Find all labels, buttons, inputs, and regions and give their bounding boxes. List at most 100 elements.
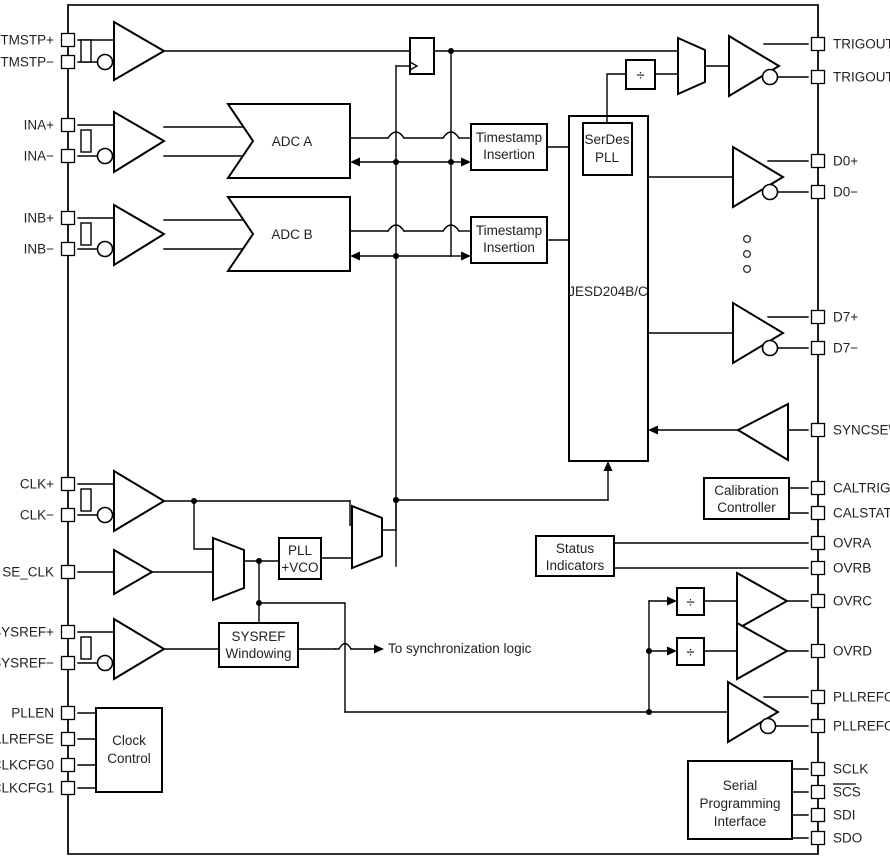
pin-clkcfg0[interactable]: CLKCFG0 bbox=[0, 757, 76, 773]
pin-label-sysref-p: SYSREF+ bbox=[0, 625, 54, 640]
pin-sdi[interactable]: SDI bbox=[810, 807, 856, 823]
pin-box-clk-p[interactable] bbox=[60, 476, 76, 492]
lane-ellipsis bbox=[742, 234, 752, 274]
sysref-windowing-block: SYSREF Windowing To synchronization logi… bbox=[218, 622, 532, 668]
pin-box-pllrefo-n[interactable] bbox=[810, 718, 826, 734]
pin-box-scs[interactable] bbox=[810, 784, 826, 800]
pin-box-inb-p[interactable] bbox=[60, 210, 76, 226]
pin-box-d7-n[interactable] bbox=[810, 340, 826, 356]
pin-label-ovra: OVRA bbox=[833, 536, 871, 551]
pin-inb-n[interactable]: INB− bbox=[24, 241, 76, 257]
pin-sclk[interactable]: SCLK bbox=[810, 761, 869, 777]
timestamp-a-label-line1: Timestamp bbox=[476, 130, 542, 145]
pin-ovrc[interactable]: OVRC bbox=[810, 593, 873, 609]
pin-box-pllen[interactable] bbox=[60, 705, 76, 721]
ovrd-output-buffer bbox=[736, 621, 790, 681]
pll-vco-block: PLL +VCO bbox=[278, 537, 353, 580]
ina-input-stage bbox=[77, 110, 244, 174]
pin-tmstp-p[interactable]: TMSTP+ bbox=[0, 32, 76, 48]
timestamp-b-label-line2: Insertion bbox=[483, 240, 535, 255]
pin-box-calstat[interactable] bbox=[810, 505, 826, 521]
pin-ovra[interactable]: OVRA bbox=[810, 535, 872, 551]
pin-box-se-clk[interactable] bbox=[60, 564, 76, 580]
pin-box-d0-p[interactable] bbox=[810, 153, 826, 169]
inb-input-stage bbox=[77, 203, 244, 267]
pin-se-clk[interactable]: SE_CLK bbox=[2, 564, 76, 580]
pin-label-sdo: SDO bbox=[833, 831, 862, 846]
pin-ovrd[interactable]: OVRD bbox=[810, 643, 873, 659]
pin-d7-n[interactable]: D7− bbox=[810, 340, 859, 356]
pin-syncse[interactable]: SYNCSE\ bbox=[810, 422, 890, 438]
adc-a-clk-arrow bbox=[350, 157, 360, 167]
pin-pllrefo-n[interactable]: PLLREFO− bbox=[810, 718, 890, 734]
pin-box-trigout-p[interactable] bbox=[810, 36, 826, 52]
clock-control-box bbox=[95, 707, 163, 793]
pin-ina-p[interactable]: INA+ bbox=[24, 117, 76, 133]
pin-sysref-p[interactable]: SYSREF+ bbox=[0, 624, 76, 640]
sysref-win-hop bbox=[334, 642, 352, 650]
clk-buffer-amp bbox=[113, 469, 166, 533]
inb-buffer-amp bbox=[113, 203, 166, 267]
pin-box-sdo[interactable] bbox=[810, 830, 826, 846]
pin-box-trigout-n[interactable] bbox=[810, 69, 826, 85]
pin-label-trigout-p: TRIGOUT+ bbox=[833, 37, 890, 52]
pin-box-pllrefse[interactable] bbox=[60, 731, 76, 747]
clk-invert-bubble bbox=[96, 506, 114, 524]
pin-box-pllrefo-p[interactable] bbox=[810, 689, 826, 705]
timestamp-a-label-line2: Insertion bbox=[483, 147, 535, 162]
pin-box-syncse[interactable] bbox=[810, 422, 826, 438]
pin-box-sysref-p[interactable] bbox=[60, 624, 76, 640]
pin-d0-p[interactable]: D0+ bbox=[810, 153, 859, 169]
pin-scs[interactable]: SCS bbox=[810, 783, 861, 800]
inb-invert-bubble bbox=[96, 240, 114, 258]
pin-label-caltrig: CALTRIG bbox=[833, 481, 890, 496]
pin-ovrb[interactable]: OVRB bbox=[810, 560, 872, 576]
pin-box-ovrb[interactable] bbox=[810, 560, 826, 576]
pin-sdo[interactable]: SDO bbox=[810, 830, 863, 846]
pin-box-sdi[interactable] bbox=[810, 807, 826, 823]
pin-calstat[interactable]: CALSTAT bbox=[810, 505, 890, 521]
pin-box-clk-n[interactable] bbox=[60, 507, 76, 523]
ina-termination-resistor bbox=[80, 129, 92, 153]
pin-box-ovrd[interactable] bbox=[810, 643, 826, 659]
pin-ina-n[interactable]: INA− bbox=[24, 148, 76, 164]
pin-box-inb-n[interactable] bbox=[60, 241, 76, 257]
pin-box-ovrc[interactable] bbox=[810, 593, 826, 609]
pin-label-ovrd: OVRD bbox=[833, 644, 872, 659]
clock-output-mux-stage bbox=[351, 497, 399, 570]
pin-trigout-p[interactable]: TRIGOUT+ bbox=[810, 36, 890, 52]
pin-label-trigout-n: TRIGOUT− bbox=[833, 70, 890, 85]
pin-caltrig[interactable]: CALTRIG bbox=[810, 480, 890, 496]
pin-box-d7-p[interactable] bbox=[810, 309, 826, 325]
pin-box-sysref-n[interactable] bbox=[60, 655, 76, 671]
pin-d0-n[interactable]: D0− bbox=[810, 184, 859, 200]
pin-box-sclk[interactable] bbox=[810, 761, 826, 777]
pin-d7-p[interactable]: D7+ bbox=[810, 309, 859, 325]
pin-box-ovra[interactable] bbox=[810, 535, 826, 551]
pin-sysref-n[interactable]: SYSREF− bbox=[0, 655, 76, 671]
ovrc-stage: ÷ bbox=[648, 571, 809, 631]
sync-logic-arrow bbox=[374, 644, 384, 654]
pin-label-pllrefo-p: PLLREFO+ bbox=[833, 690, 890, 705]
pin-box-caltrig[interactable] bbox=[810, 480, 826, 496]
pin-box-tmstp-p[interactable] bbox=[60, 32, 76, 48]
pin-clk-n[interactable]: CLK− bbox=[20, 507, 76, 523]
pin-box-d0-n[interactable] bbox=[810, 184, 826, 200]
pin-pllrefo-p[interactable]: PLLREFO+ bbox=[810, 689, 890, 705]
inb-termination-resistor bbox=[80, 222, 92, 246]
trigout-mux bbox=[677, 36, 706, 96]
pin-box-ina-n[interactable] bbox=[60, 148, 76, 164]
pin-box-clkcfg0[interactable] bbox=[60, 757, 76, 773]
pin-box-ina-p[interactable] bbox=[60, 117, 76, 133]
pin-box-tmstp-n[interactable] bbox=[60, 54, 76, 70]
pin-tmstp-n[interactable]: TMSTP− bbox=[0, 54, 76, 70]
pin-box-clkcfg1[interactable] bbox=[60, 780, 76, 796]
pin-inb-p[interactable]: INB+ bbox=[24, 210, 76, 226]
pin-pllrefse[interactable]: PLLREFSE bbox=[0, 731, 76, 747]
pin-clk-p[interactable]: CLK+ bbox=[20, 476, 76, 492]
pin-clkcfg1[interactable]: CLKCFG1 bbox=[0, 780, 76, 796]
pin-pllen[interactable]: PLLEN bbox=[11, 705, 76, 721]
sysref-windowing-label-line1: SYSREF bbox=[231, 629, 285, 644]
pin-trigout-n[interactable]: TRIGOUT− bbox=[810, 69, 890, 85]
clock-control-block: Clock Control bbox=[77, 707, 163, 793]
